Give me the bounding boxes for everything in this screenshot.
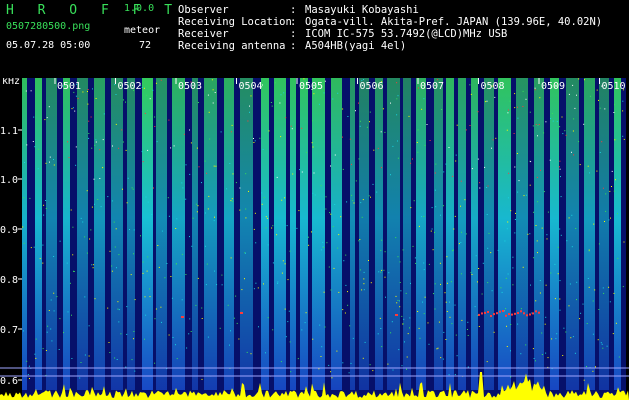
stripe-band: [204, 78, 217, 390]
stripe-band: [290, 78, 296, 390]
info-sep: :: [290, 4, 297, 16]
stripe-band: [387, 78, 400, 390]
stripe-band: [375, 78, 383, 390]
hroftt-window: H R O F F T 1.0.0 0507280500.png meteor …: [0, 0, 629, 400]
stripe-band: [312, 78, 325, 390]
info-label-location: Receiving Location: [178, 16, 292, 28]
stripe-band: [471, 78, 478, 390]
stripe-band: [516, 78, 528, 390]
frequency-label: 1.0: [0, 175, 18, 186]
stripe-band: [434, 78, 443, 390]
frequency-label: 0.8: [0, 275, 18, 286]
stripe-band: [35, 78, 42, 390]
stripe-band: [224, 78, 234, 390]
stripe-band: [498, 78, 511, 390]
counter-label: meteor: [124, 25, 161, 36]
unit-label: kHz: [2, 78, 20, 87]
stripe-band: [142, 78, 153, 390]
stripe-band: [22, 78, 27, 390]
stripe-band: [614, 78, 621, 390]
stripe-band: [46, 78, 57, 390]
stripe-band: [274, 78, 286, 390]
stripe-band: [566, 78, 579, 390]
time-label: 0503: [178, 81, 202, 92]
counter-value: 72: [139, 40, 152, 51]
stripe-band: [192, 78, 198, 390]
frequency-label: 0.7: [0, 325, 18, 336]
date-time: 05.07.28 05:00: [6, 40, 91, 51]
stripe-band: [458, 78, 466, 390]
time-label: 0508: [481, 81, 505, 92]
stripe-band: [331, 78, 342, 390]
stripe-band: [416, 78, 426, 390]
frequency-label: 0.9: [0, 225, 18, 236]
stripe-band: [484, 78, 494, 390]
info-label-receiver: Receiver: [178, 28, 229, 40]
time-label: 0506: [360, 81, 384, 92]
info-value-antenna: A504HB(yagi 4el): [305, 40, 407, 52]
stripe-band: [403, 78, 411, 390]
stripe-band: [446, 78, 454, 390]
time-label: 0509: [541, 81, 565, 92]
stripe-band: [350, 78, 355, 390]
info-sep: :: [290, 28, 297, 40]
app-version: 1.0.0: [124, 3, 155, 14]
stripe-band: [111, 78, 123, 390]
header-panel: H R O F F T 1.0.0 0507280500.png meteor …: [0, 0, 629, 78]
time-label: 0505: [299, 81, 323, 92]
info-value-observer: Masayuki Kobayashi: [305, 4, 419, 16]
time-label: 0510: [602, 81, 626, 92]
stripe-band: [599, 78, 609, 390]
time-label: 0504: [239, 81, 263, 92]
stripe-band: [63, 78, 70, 390]
info-value-receiver: ICOM IC-575 53.7492(@LCD)MHz USB: [305, 28, 508, 40]
stripe-band: [300, 78, 308, 390]
time-label: 0507: [420, 81, 444, 92]
stripe-band: [584, 78, 595, 390]
frequency-label: 1.1: [0, 126, 18, 137]
file-name: 0507280500.png: [6, 21, 91, 32]
time-label: 0502: [118, 81, 142, 92]
info-sep: :: [290, 16, 297, 28]
stripe-band: [77, 78, 88, 390]
stripe-band: [550, 78, 559, 390]
frequency-label: 0.6: [0, 376, 18, 387]
info-value-location: Ogata-vill. Akita-Pref. JAPAN (139.96E, …: [305, 16, 603, 28]
stripe-band: [359, 78, 369, 390]
spectrogram-plot: 0501 0502 0503 0504 0505 0506 0507 0508 0509 0510…: [0, 78, 629, 400]
time-label: 0501: [57, 81, 81, 92]
info-label-observer: Observer: [178, 4, 229, 16]
stripe-band: [240, 78, 253, 390]
stripe-band: [156, 78, 167, 390]
stripe-band: [127, 78, 135, 390]
stripe-band: [261, 78, 269, 390]
stripe-band: [172, 78, 185, 390]
stripe-band: [94, 78, 105, 390]
info-sep: :: [290, 40, 297, 52]
info-label-antenna: Receiving antenna: [178, 40, 286, 52]
